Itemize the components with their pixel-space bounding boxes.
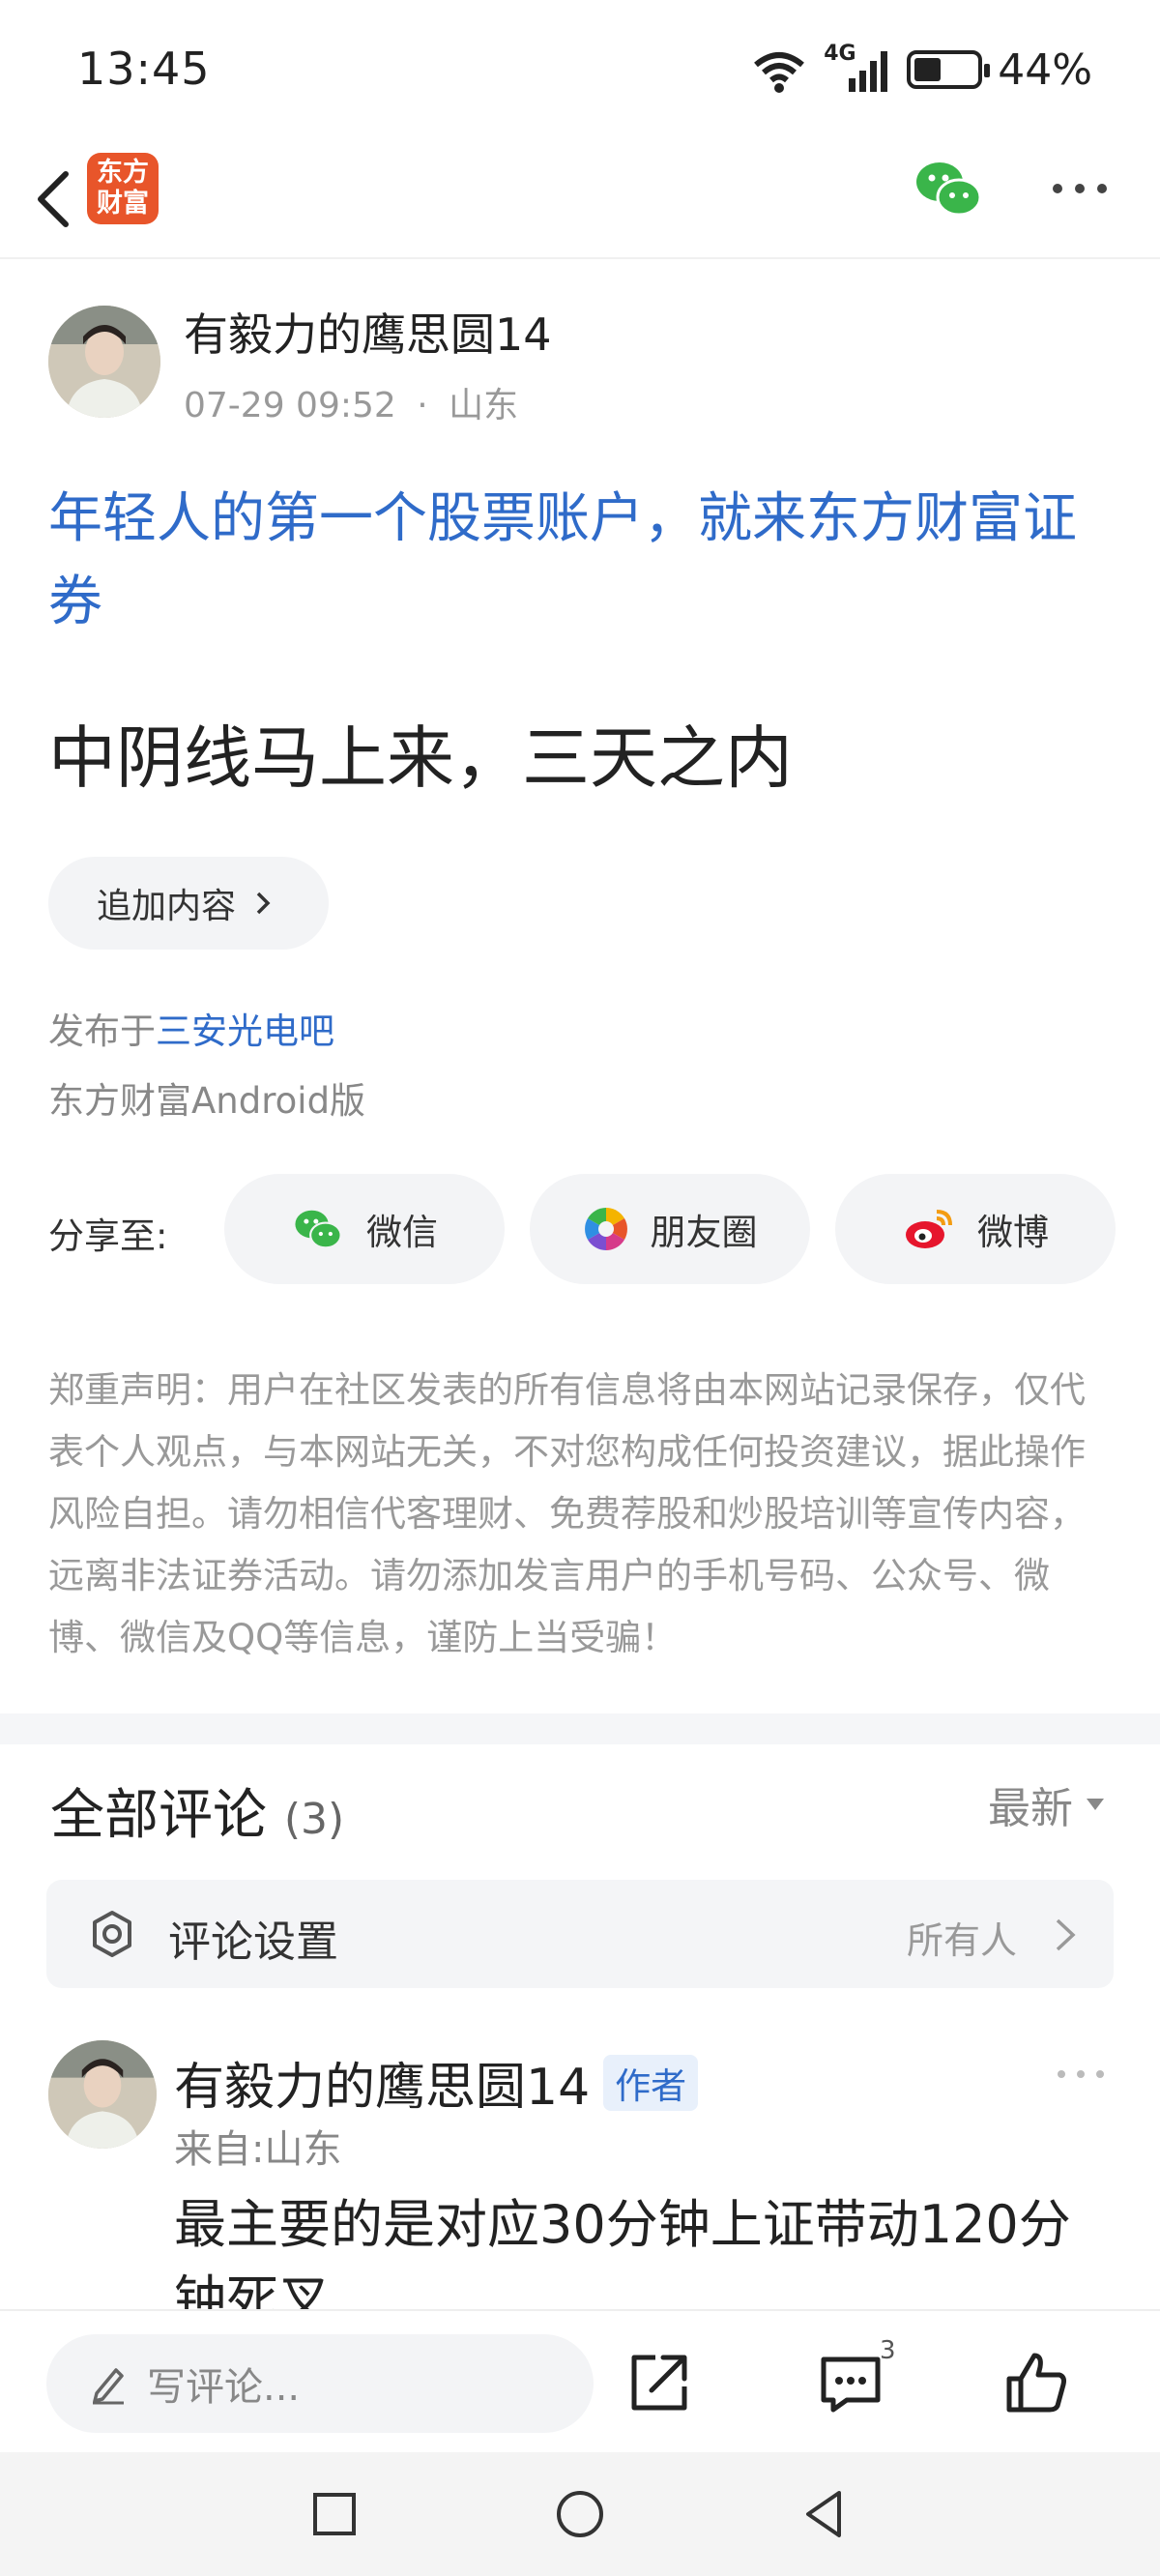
comment-text: 最主要的是对应30分钟上证带动120分钟死叉	[174, 2194, 1071, 2311]
comment-icon[interactable]	[814, 2346, 887, 2419]
comment-settings-value: 所有人	[906, 1919, 1017, 1962]
forum-link[interactable]: 三安光电吧	[156, 1010, 334, 1052]
author-avatar[interactable]	[48, 306, 160, 418]
share-moments-label: 朋友圈	[650, 1212, 758, 1253]
chevron-right-icon	[1056, 1918, 1076, 1951]
status-bar: 13:45 4G 44%	[0, 0, 1160, 135]
comment-more-icon[interactable]	[1052, 2060, 1110, 2089]
share-weibo-label: 微博	[977, 1212, 1049, 1253]
post-body: 中阴线马上来，三天之内	[48, 718, 793, 798]
post-meta: 07-29 09:52 · 山东	[184, 377, 518, 427]
status-time: 13:45	[77, 43, 211, 95]
moments-icon	[584, 1208, 627, 1250]
share-wechat-button[interactable]: 微信	[224, 1174, 505, 1284]
cell-signal-icon: 4G	[824, 42, 891, 94]
wifi-icon	[754, 52, 805, 93]
comment-count-badge: 3	[880, 2336, 896, 2365]
app-logo[interactable]: 东方 财富	[87, 153, 159, 224]
logo-text-line2: 财富	[97, 189, 149, 219]
thumbs-up-icon[interactable]	[1000, 2346, 1073, 2419]
publish-source: 发布于三安光电吧	[48, 1002, 334, 1054]
comment-settings-row[interactable]: 评论设置 所有人	[46, 1880, 1114, 1988]
pencil-icon	[93, 2368, 124, 2405]
comment-settings-label: 评论设置	[168, 1917, 338, 1967]
caret-down-icon	[1087, 1799, 1104, 1810]
comments-count: (3)	[283, 1795, 345, 1844]
top-nav-bar: 东方 财富	[0, 135, 1160, 259]
wechat-share-icon[interactable]	[913, 155, 984, 222]
share-weibo-button[interactable]: 微博	[835, 1174, 1116, 1284]
more-options-icon[interactable]	[1046, 164, 1114, 213]
share-label: 分享至:	[48, 1215, 168, 1257]
post-time: 07-29 09:52	[184, 386, 396, 425]
back-arrow-icon[interactable]	[21, 155, 89, 242]
share-out-icon[interactable]	[623, 2346, 696, 2419]
logo-text-line1: 东方	[97, 158, 149, 188]
comment-avatar[interactable]	[48, 2040, 157, 2149]
weibo-icon	[906, 1210, 952, 1248]
wechat-icon	[295, 1210, 342, 1249]
recent-apps-icon[interactable]	[305, 2485, 363, 2543]
comment-location: 来自:山东	[174, 2127, 342, 2172]
comments-title-label: 全部评论	[50, 1784, 267, 1847]
post-author-name[interactable]: 有毅力的鹰思圆14	[184, 300, 552, 364]
comment-sort-dropdown[interactable]: 最新	[988, 1773, 1106, 1835]
battery-icon	[907, 50, 991, 89]
post-location: 山东	[449, 386, 519, 425]
client-version: 东方财富Android版	[48, 1080, 366, 1122]
back-nav-icon[interactable]	[797, 2485, 855, 2543]
write-comment-input[interactable]: 写评论...	[46, 2334, 594, 2433]
promo-link[interactable]: 年轻人的第一个股票账户，就来东方财富证券	[48, 478, 1121, 644]
write-comment-placeholder: 写评论...	[147, 2365, 301, 2410]
sort-label: 最新	[988, 1784, 1073, 1833]
home-icon[interactable]	[551, 2485, 609, 2543]
meta-separator: ·	[417, 386, 428, 425]
status-icons: 4G 44%	[750, 42, 1092, 97]
bottom-action-bar: 写评论... 3	[0, 2309, 1160, 2452]
comment-text-container: 最主要的是对应30分钟上证带动120分钟死叉	[174, 2187, 1102, 2311]
share-wechat-label: 微信	[366, 1212, 438, 1253]
legal-disclaimer: 郑重声明：用户在社区发表的所有信息将由本网站记录保存，仅代表个人观点，与本网站无…	[48, 1369, 1086, 1658]
comment-author: 有毅力的鹰思圆14 作者	[174, 2046, 699, 2119]
append-content-label: 追加内容	[97, 887, 237, 926]
share-moments-button[interactable]: 朋友圈	[530, 1174, 810, 1284]
comments-title: 全部评论 (3)	[50, 1771, 344, 1850]
section-divider	[0, 1713, 1160, 1744]
system-navigation-bar	[0, 2452, 1160, 2576]
author-badge: 作者	[603, 2054, 699, 2111]
publish-prefix: 发布于	[48, 1010, 156, 1052]
gear-icon	[93, 1911, 131, 1957]
comment-author-name[interactable]: 有毅力的鹰思圆14	[174, 2046, 590, 2119]
chevron-right-icon	[256, 892, 271, 915]
battery-percent: 44%	[998, 44, 1092, 95]
append-content-button[interactable]: 追加内容	[48, 857, 329, 950]
